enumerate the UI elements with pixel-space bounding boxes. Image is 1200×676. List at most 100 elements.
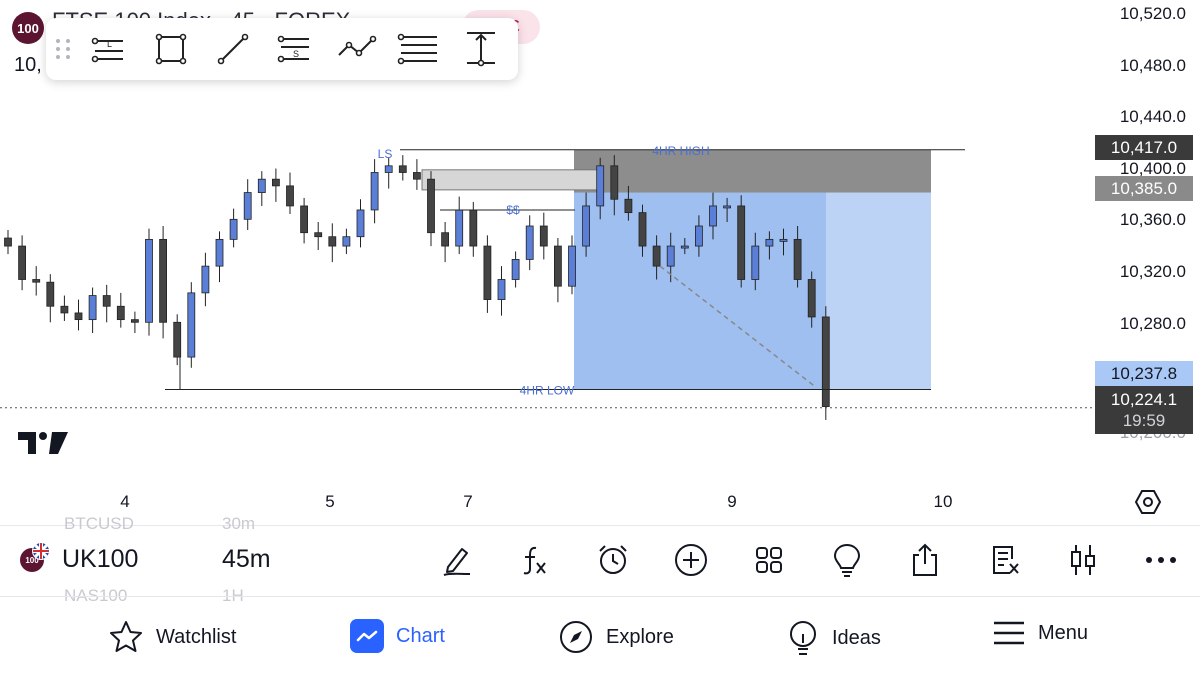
candle-body: [116, 305, 125, 321]
candle: [201, 252, 210, 307]
candle: [554, 238, 562, 303]
ghost-interval-above: 30m: [222, 514, 256, 533]
more-button[interactable]: [1141, 540, 1181, 580]
candle-body: [680, 245, 689, 249]
candle-body: [666, 245, 675, 267]
candle-body: [554, 245, 562, 287]
price-label: 10,480.0: [1119, 56, 1186, 75]
nav-label: Menu: [1038, 621, 1089, 644]
share-button[interactable]: [905, 540, 945, 580]
nav-menu[interactable]: Menu: [992, 619, 1088, 647]
time-label: 7: [463, 492, 473, 511]
candle: [229, 208, 238, 248]
candle-body: [412, 172, 421, 180]
symbol-selector[interactable]: UK100: [62, 545, 138, 574]
bulb-icon: [790, 621, 816, 655]
nav-label: Chart: [396, 624, 445, 647]
candle-body: [328, 236, 337, 247]
chart-type-button[interactable]: [1063, 540, 1103, 580]
candle: [455, 196, 464, 255]
header-price: 10,: [14, 54, 42, 76]
chart-settings-icon[interactable]: [1134, 488, 1162, 516]
ideas-button[interactable]: [827, 540, 867, 580]
candle-body: [695, 225, 703, 247]
candle-body: [145, 238, 153, 323]
nav-label: Explore: [606, 625, 674, 648]
nav-watchlist[interactable]: Watchlist: [108, 619, 236, 655]
time-label: 10: [933, 492, 953, 511]
compass-icon: [560, 621, 592, 653]
indicators-icon: [523, 546, 546, 575]
parallel-lines-tool[interactable]: [388, 24, 450, 74]
star-icon: [110, 621, 142, 652]
price-axis[interactable]: 10,520.0 10,480.0 10,440.0 10,400.0 10,3…: [1095, 0, 1200, 520]
candle: [427, 171, 435, 247]
candle: [46, 274, 55, 323]
candle-body: [793, 238, 802, 280]
dollar-label: $$: [506, 203, 520, 217]
candle-body: [821, 316, 830, 407]
candle-body: [497, 279, 506, 300]
more-icon: [1146, 557, 1176, 563]
candle: [116, 292, 125, 328]
measure-tool[interactable]: [450, 24, 512, 74]
price-label: 10,440.0: [1119, 107, 1186, 126]
nav-ideas[interactable]: Ideas: [786, 619, 881, 657]
candle-body: [723, 205, 731, 209]
candle-body: [384, 165, 393, 173]
candle-body: [779, 238, 788, 242]
nav-explore[interactable]: Explore: [558, 619, 674, 655]
nav-chart[interactable]: Chart: [350, 619, 445, 653]
alert-button[interactable]: [593, 540, 633, 580]
supply-zone: [574, 149, 931, 193]
tradingview-logo[interactable]: [18, 430, 70, 456]
candle-body: [370, 172, 379, 211]
long-position-tool[interactable]: L: [78, 24, 140, 74]
candle-body: [610, 165, 619, 200]
plus-circle-icon: [675, 544, 707, 576]
layouts-button[interactable]: [749, 540, 789, 580]
path-tool[interactable]: [326, 24, 388, 74]
candle-body: [441, 232, 450, 247]
chart-icon: [350, 619, 384, 653]
candlestick-icon: [1071, 545, 1095, 575]
long-position-icon: L: [91, 37, 123, 63]
candle: [18, 235, 27, 291]
four-hr-low-label: 4HR LOW: [520, 383, 575, 397]
draw-button[interactable]: [437, 540, 477, 580]
path-icon: [338, 35, 377, 57]
candle-body: [596, 165, 605, 207]
grid-icon: [756, 547, 782, 573]
candle-body: [243, 192, 252, 220]
object-tree-button[interactable]: [985, 540, 1025, 580]
rectangle-tool[interactable]: [140, 24, 202, 74]
candle-body: [229, 218, 238, 240]
candle-body: [201, 265, 210, 294]
add-button[interactable]: [671, 540, 711, 580]
chart-area[interactable]: 4HR HIGH4HR LOWLS$$ ε 100 FTSE 100 Index…: [0, 0, 1200, 520]
candle: [511, 251, 520, 288]
interval-selector[interactable]: 45m: [222, 545, 271, 574]
candle: [32, 266, 41, 296]
candle: [145, 228, 153, 336]
candle: [539, 212, 548, 260]
trend-line-tool[interactable]: [202, 24, 264, 74]
candle-body: [300, 205, 309, 234]
candle: [286, 172, 294, 214]
parallel-lines-icon: [397, 33, 437, 65]
candle-body: [398, 165, 407, 173]
candle-body: [187, 292, 196, 358]
short-position-tool[interactable]: S: [264, 24, 326, 74]
candle: [412, 159, 421, 190]
candle: [398, 155, 407, 181]
tool-label-s: S: [293, 49, 299, 59]
candle: [187, 282, 196, 368]
candle: [130, 311, 139, 333]
drag-handle[interactable]: [56, 34, 78, 64]
liquidity-box: [421, 169, 603, 191]
indicators-button[interactable]: [514, 540, 554, 580]
tool-label-l: L: [107, 39, 112, 49]
candle: [243, 179, 252, 231]
candle-body: [215, 238, 224, 267]
candle-body: [74, 312, 83, 321]
